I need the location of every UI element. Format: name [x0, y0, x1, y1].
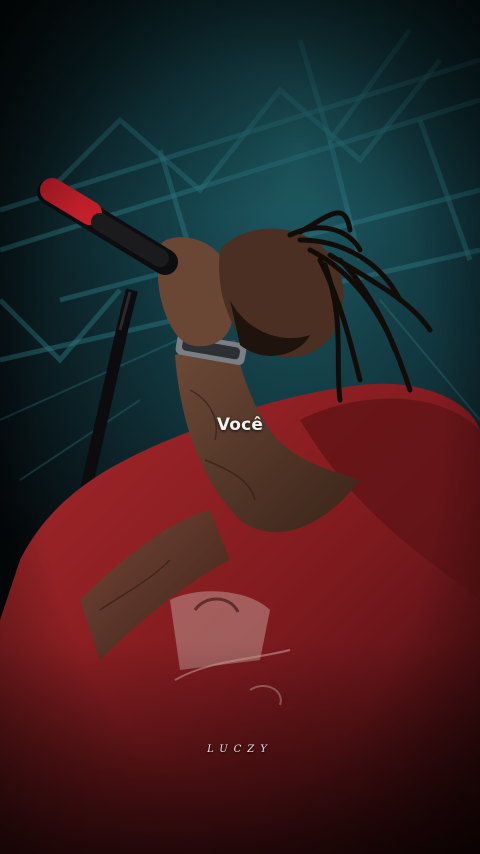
video-frame: Você LUCZY — [0, 0, 480, 854]
creator-watermark: LUCZY — [207, 744, 273, 755]
lyric-caption: Você — [216, 415, 264, 435]
